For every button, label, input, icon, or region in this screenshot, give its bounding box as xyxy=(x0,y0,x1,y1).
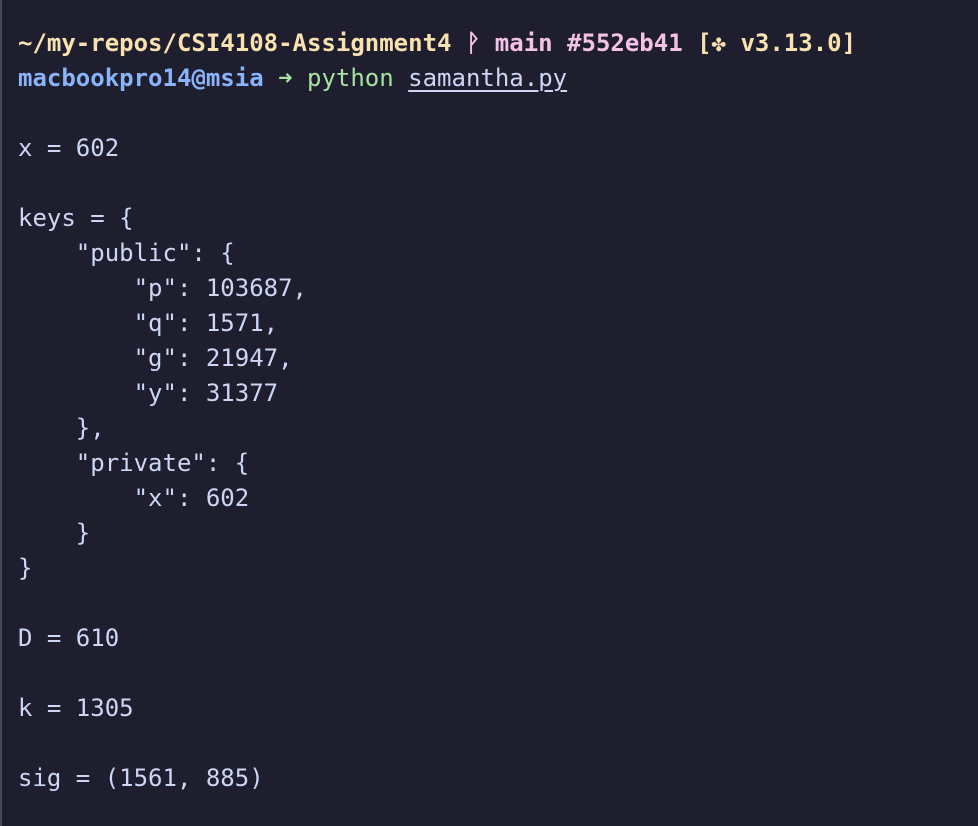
output-line: "q": 1571, xyxy=(18,309,279,337)
output-line: "p": 103687, xyxy=(18,274,307,302)
output-line: D = 610 xyxy=(18,624,120,652)
output-line: "private": { xyxy=(18,449,250,477)
output-line: "x": 602 xyxy=(18,484,250,512)
output-line: keys = { xyxy=(18,204,134,232)
git-branch-icon: ᚹ xyxy=(465,29,481,57)
prompt-command-line: macbookpro14@msia ➜ python samantha.py xyxy=(18,61,966,96)
prompt-path: ~/my-repos/CSI4108-Assignment4 xyxy=(18,29,452,57)
command-name: python xyxy=(307,64,394,92)
prompt-commit-hash: #552eb41 xyxy=(567,29,683,57)
prompt-branch: main xyxy=(494,29,553,57)
output-line: "public": { xyxy=(18,239,235,267)
prompt-arrow-icon: ➜ xyxy=(278,64,293,92)
prompt-version-open: [ xyxy=(697,29,712,57)
output-line: sig = (1561, 885) xyxy=(18,764,264,792)
prompt-status-line: ~/my-repos/CSI4108-Assignment4 ᚹ main #5… xyxy=(18,26,966,61)
command-argument[interactable]: samantha.py xyxy=(408,64,567,92)
python-icon: ✤ xyxy=(711,29,726,57)
prompt-user-host: macbookpro14@msia xyxy=(18,64,264,92)
terminal-content[interactable]: ~/my-repos/CSI4108-Assignment4 ᚹ main #5… xyxy=(18,26,966,796)
output-line: "y": 31377 xyxy=(18,379,279,407)
output-line: } xyxy=(18,554,33,582)
terminal-window: ~/my-repos/CSI4108-Assignment4 ᚹ main #5… xyxy=(0,0,976,826)
output-line: k = 1305 xyxy=(18,694,134,722)
prompt-python-version: v3.13.0] xyxy=(740,29,857,57)
output-line: x = 602 xyxy=(18,134,120,162)
output-line: } xyxy=(18,519,91,547)
output-line: }, xyxy=(18,414,105,442)
output-line: "g": 21947, xyxy=(18,344,293,372)
